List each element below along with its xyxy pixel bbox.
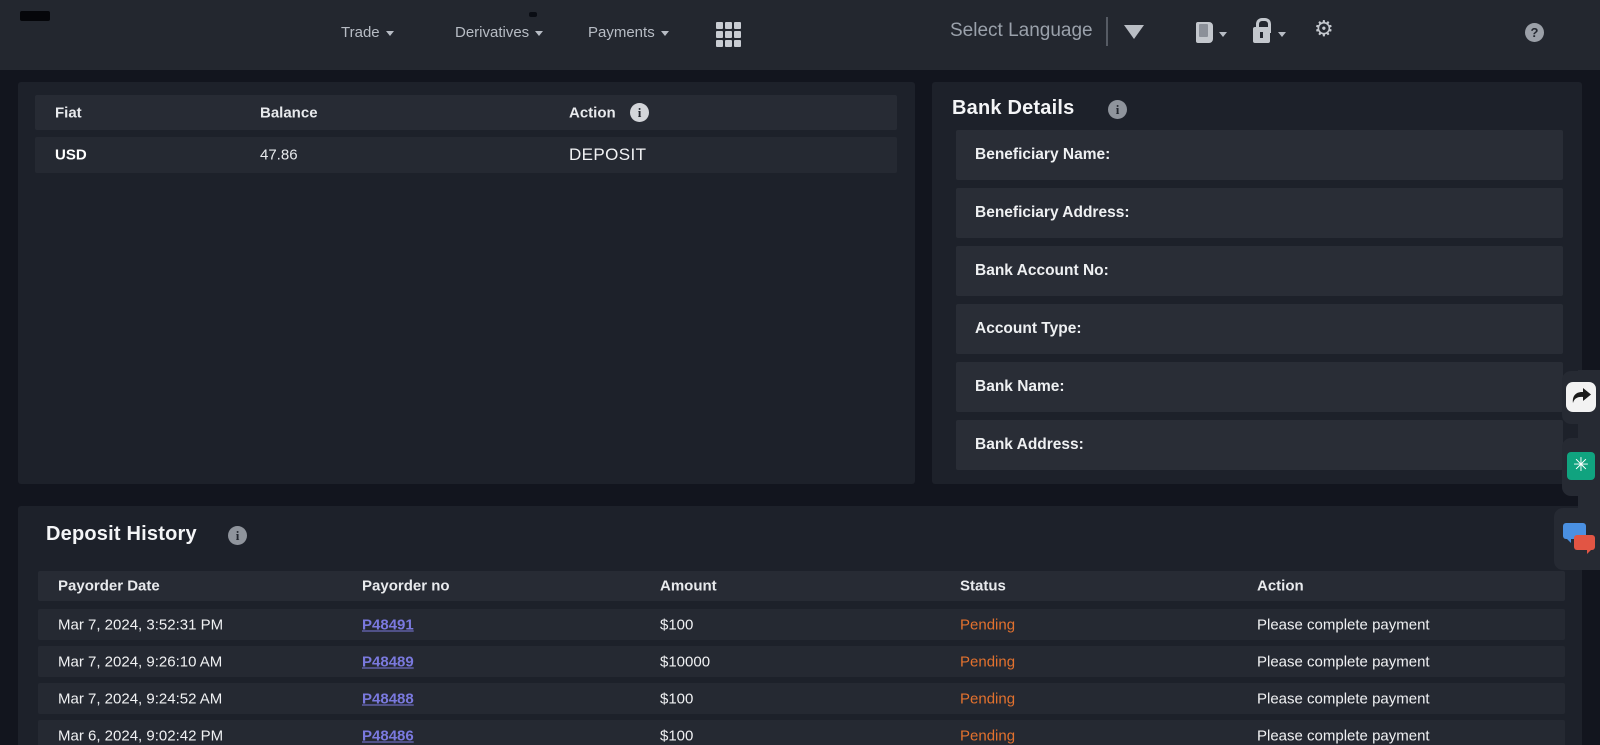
- bank-detail-card: Bank Account No:: [956, 246, 1563, 296]
- deposit-amount: $100: [660, 616, 693, 633]
- nav-item-derivatives[interactable]: Derivatives: [455, 24, 543, 41]
- payorder-date: Mar 7, 2024, 9:26:10 AM: [58, 653, 222, 670]
- redacted-mark: [529, 12, 537, 17]
- chevron-down-icon: [386, 31, 394, 36]
- fiat-balance-panel: Fiat Balance Action i USD 47.86 DEPOSIT: [18, 82, 915, 484]
- chatgpt-extension-tab: ✳: [1562, 438, 1600, 496]
- action-col-header: Action: [569, 104, 616, 121]
- security-lock-icon[interactable]: [1253, 27, 1270, 43]
- payorder-no-link[interactable]: P48491: [362, 616, 414, 633]
- deposit-amount: $10000: [660, 653, 710, 670]
- page: Trade Derivatives Payments Select Language…: [0, 0, 1600, 745]
- fiat-currency: USD: [55, 147, 87, 164]
- language-selector[interactable]: Select Language: [950, 20, 1093, 42]
- action-message: Please complete payment: [1257, 616, 1430, 633]
- share-redirect-icon[interactable]: [1566, 382, 1596, 412]
- bank-detail-label: Account Type:: [975, 320, 1082, 338]
- settings-gear-icon[interactable]: ⚙: [1314, 18, 1334, 40]
- deposit-history-row: Mar 7, 2024, 9:26:10 AM P48489 $10000 Pendi…: [38, 646, 1565, 677]
- bank-details-panel: Bank Details i Beneficiary Name: Benefici…: [932, 82, 1582, 484]
- payorder-no-link[interactable]: P48489: [362, 653, 414, 670]
- nav-item-trade[interactable]: Trade: [341, 24, 394, 41]
- payorder-date: Mar 7, 2024, 3:52:31 PM: [58, 616, 223, 633]
- deposit-amount: $100: [660, 727, 693, 744]
- info-icon[interactable]: i: [228, 526, 247, 545]
- bank-details-title: Bank Details: [952, 97, 1074, 120]
- bank-detail-card: Account Type:: [956, 304, 1563, 354]
- nav-item-label: Trade: [341, 24, 380, 41]
- bank-detail-card: Beneficiary Address:: [956, 188, 1563, 238]
- bank-detail-label: Bank Name:: [975, 378, 1065, 396]
- action-message: Please complete payment: [1257, 653, 1430, 670]
- chevron-down-icon[interactable]: [1278, 32, 1286, 37]
- fiat-table-row: USD 47.86 DEPOSIT: [35, 137, 897, 173]
- status-badge: Pending: [960, 653, 1015, 670]
- divider: [1106, 17, 1108, 46]
- nav-item-payments[interactable]: Payments: [588, 24, 669, 41]
- top-navigation-bar: Trade Derivatives Payments Select Language…: [0, 0, 1600, 70]
- status-badge: Pending: [960, 616, 1015, 633]
- deposit-history-row: Mar 7, 2024, 9:24:52 AM P48488 $100 Pending…: [38, 683, 1565, 714]
- info-icon[interactable]: i: [1108, 100, 1127, 119]
- bank-detail-card: Beneficiary Name:: [956, 130, 1563, 180]
- chatgpt-icon[interactable]: ✳: [1567, 452, 1595, 480]
- deposit-history-title: Deposit History: [46, 523, 197, 546]
- bank-detail-label: Beneficiary Name:: [975, 146, 1110, 164]
- chat-extension-tab[interactable]: [1554, 508, 1600, 570]
- payorder-date-col-header: Payorder Date: [58, 578, 160, 595]
- info-icon[interactable]: i: [630, 103, 649, 122]
- bank-detail-label: Bank Account No:: [975, 262, 1109, 280]
- fiat-table-header: Fiat Balance Action i: [35, 95, 897, 130]
- nav-item-label: Payments: [588, 24, 655, 41]
- curved-arrow-icon: [1570, 387, 1592, 407]
- share-extension-tab: [1562, 371, 1600, 424]
- payorder-no-link[interactable]: P48488: [362, 690, 414, 707]
- chat-bubble-icon: [1574, 535, 1595, 550]
- bank-detail-label: Bank Address:: [975, 436, 1084, 454]
- deposit-amount: $100: [660, 690, 693, 707]
- chevron-down-icon: [661, 31, 669, 36]
- chevron-down-icon[interactable]: [1219, 32, 1227, 37]
- payorder-date: Mar 7, 2024, 9:24:52 AM: [58, 690, 222, 707]
- deposit-history-row: Mar 6, 2024, 9:02:42 PM P48486 $100 Pending…: [38, 720, 1565, 745]
- help-icon[interactable]: ?: [1525, 23, 1544, 42]
- language-dropdown-icon[interactable]: [1124, 25, 1144, 39]
- deposit-history-panel: Deposit History i Payorder Date Payorder…: [18, 506, 1582, 745]
- deposit-action-link[interactable]: DEPOSIT: [569, 145, 646, 165]
- action-message: Please complete payment: [1257, 727, 1430, 744]
- site-logo[interactable]: [20, 11, 50, 21]
- payorder-no-link[interactable]: P48486: [362, 727, 414, 744]
- bank-detail-label: Beneficiary Address:: [975, 204, 1130, 222]
- apps-grid-icon[interactable]: [716, 22, 742, 48]
- status-badge: Pending: [960, 727, 1015, 744]
- payorder-no-col-header: Payorder no: [362, 578, 450, 595]
- action-message: Please complete payment: [1257, 690, 1430, 707]
- amount-col-header: Amount: [660, 578, 717, 595]
- orders-book-icon[interactable]: [1196, 22, 1213, 43]
- action-col-header: Action: [1257, 578, 1304, 595]
- status-badge: Pending: [960, 690, 1015, 707]
- bank-detail-card: Bank Name:: [956, 362, 1563, 412]
- balance-col-header: Balance: [260, 104, 318, 121]
- payorder-date: Mar 6, 2024, 9:02:42 PM: [58, 727, 223, 744]
- bank-detail-card: Bank Address:: [956, 420, 1563, 470]
- deposit-table-header: Payorder Date Payorder no Amount Status …: [38, 571, 1565, 601]
- chevron-down-icon: [535, 31, 543, 36]
- status-col-header: Status: [960, 578, 1006, 595]
- fiat-col-header: Fiat: [55, 104, 82, 121]
- nav-item-label: Derivatives: [455, 24, 529, 41]
- deposit-history-row: Mar 7, 2024, 3:52:31 PM P48491 $100 Pending…: [38, 609, 1565, 640]
- fiat-balance-value: 47.86: [260, 147, 298, 164]
